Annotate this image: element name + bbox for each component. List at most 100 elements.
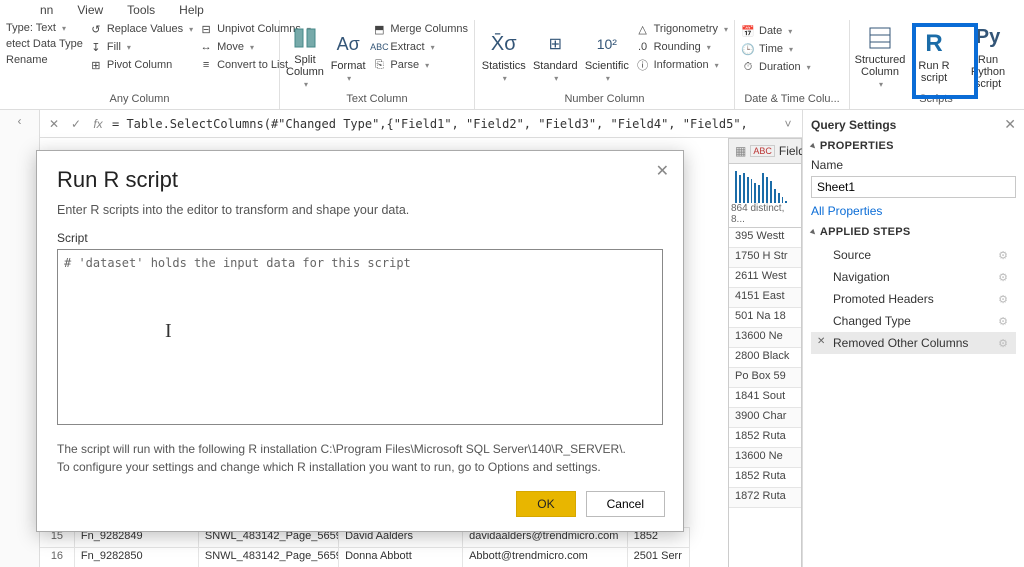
pivot-column-button[interactable]: ⊞Pivot Column <box>89 58 193 72</box>
format-icon: Aσ <box>334 30 362 58</box>
run-r-script-button[interactable]: R Run R script <box>910 22 958 91</box>
data-type-icon[interactable]: ABC <box>750 145 775 157</box>
column-header-field5[interactable]: ▦ ABC Field5 ▾ <box>728 138 802 164</box>
replace-values-button[interactable]: ↺Replace Values <box>89 22 193 36</box>
table-cell[interactable]: Po Box 59 <box>729 368 801 388</box>
run-python-script-button[interactable]: Py Run Python script <box>964 22 1012 91</box>
cancel-formula-icon[interactable]: ✕ <box>46 117 62 131</box>
date-button[interactable]: 📅Date <box>741 24 811 38</box>
table-cell[interactable]: 1872 Ruta <box>729 488 801 508</box>
standard-icon: ⊞ <box>541 30 569 58</box>
table-cell[interactable]: 1852 Ruta <box>729 428 801 448</box>
expand-formula-icon[interactable]: ˅ <box>780 117 796 131</box>
fx-icon[interactable]: fx <box>90 117 106 131</box>
table-cell[interactable]: 3900 Char <box>729 408 801 428</box>
table-cell[interactable]: 2800 Black <box>729 348 801 368</box>
time-button[interactable]: 🕒Time <box>741 42 811 56</box>
information-button[interactable]: ⓘInformation <box>636 58 728 72</box>
menu-item[interactable]: Help <box>179 3 204 17</box>
merge-icon: ⬒ <box>372 22 386 36</box>
queries-pane-toggle[interactable]: ‹ <box>0 110 40 567</box>
table-cell[interactable]: 4151 East <box>729 288 801 308</box>
dialog-subtitle: Enter R scripts into the editor to trans… <box>57 203 663 217</box>
applied-step[interactable]: Changed Type⚙ <box>811 310 1016 332</box>
statistics-button[interactable]: X̄σ Statistics <box>481 22 527 91</box>
extract-icon: ABC <box>372 40 386 54</box>
applied-step[interactable]: Removed Other Columns⚙ <box>811 332 1016 354</box>
duration-button[interactable]: ⏱Duration <box>741 60 811 74</box>
table-cell[interactable]: 395 Westt <box>729 228 801 248</box>
extract-button[interactable]: ABCExtract <box>372 40 468 54</box>
histogram-caption: 864 distinct, 8... <box>729 203 795 225</box>
menu-item[interactable]: View <box>77 3 103 17</box>
gear-icon[interactable]: ⚙ <box>998 337 1008 350</box>
table-cell: Donna Abbott <box>339 548 463 567</box>
ribbon-group-scripts: Structured Column R Run R script Py Run … <box>850 20 1022 109</box>
split-column-button[interactable]: Split Column <box>286 22 324 91</box>
applied-step[interactable]: Navigation⚙ <box>811 266 1016 288</box>
clock-icon: 🕒 <box>741 42 755 56</box>
gear-icon[interactable]: ⚙ <box>998 293 1008 306</box>
ribbon-group-datetime: 📅Date 🕒Time ⏱Duration Date & Time Colu..… <box>735 20 850 109</box>
standard-button[interactable]: ⊞ Standard <box>533 22 579 91</box>
formula-input[interactable]: = Table.SelectColumns(#"Changed Type",{"… <box>112 117 774 131</box>
pivot-icon: ⊞ <box>89 58 103 72</box>
applied-steps-heading: APPLIED STEPS <box>811 226 1016 238</box>
table-row[interactable]: 16Fn_9282850SNWL_483142_Page_5659Donna A… <box>40 547 690 567</box>
chevron-left-icon: ‹ <box>18 114 22 567</box>
split-icon <box>291 24 319 52</box>
table-cell[interactable]: 1852 Ruta <box>729 468 801 488</box>
structured-icon <box>866 24 894 52</box>
table-cell: SNWL_483142_Page_5659 <box>199 548 339 567</box>
r-icon: R <box>920 30 948 58</box>
cancel-button[interactable]: Cancel <box>586 491 665 517</box>
menu-item[interactable]: Tools <box>127 3 155 17</box>
table-cell[interactable]: 501 Na 18 <box>729 308 801 328</box>
ribbon-group-label: Number Column <box>481 91 728 107</box>
applied-step[interactable]: Promoted Headers⚙ <box>811 288 1016 310</box>
fill-button[interactable]: ↧Fill <box>89 40 193 54</box>
table-cell: Abbott@trendmicro.com <box>463 548 628 567</box>
detect-data-type-button[interactable]: etect Data Type <box>6 38 83 50</box>
gear-icon[interactable]: ⚙ <box>998 249 1008 262</box>
parse-button[interactable]: ⎘Parse <box>372 58 468 72</box>
query-settings-pane: ✕ Query Settings PROPERTIES Name All Pro… <box>802 110 1024 567</box>
scientific-button[interactable]: 10² Scientific <box>584 22 630 91</box>
rounding-button[interactable]: .0Rounding <box>636 40 728 54</box>
ribbon-group-label: Any Column <box>6 91 273 107</box>
table-cell[interactable]: 1750 H Str <box>729 248 801 268</box>
ok-button[interactable]: OK <box>516 491 575 517</box>
gear-icon[interactable]: ⚙ <box>998 271 1008 284</box>
format-button[interactable]: Aσ Format <box>330 22 366 91</box>
table-cell: 2501 Serr <box>628 548 690 567</box>
rename-button[interactable]: Rename <box>6 54 83 66</box>
structured-column-button[interactable]: Structured Column <box>856 22 904 91</box>
menu-item[interactable]: nn <box>40 3 53 17</box>
query-name-input[interactable] <box>811 176 1016 198</box>
script-textarea[interactable] <box>57 249 663 425</box>
accept-formula-icon[interactable]: ✓ <box>68 117 84 131</box>
table-cell[interactable]: 1841 Sout <box>729 388 801 408</box>
menubar: nn View Tools Help <box>0 0 1024 20</box>
trigonometry-button[interactable]: △Trigonometry <box>636 22 728 36</box>
applied-steps-list: Source⚙Navigation⚙Promoted Headers⚙Chang… <box>811 244 1016 354</box>
dialog-close-icon[interactable]: ✕ <box>656 161 669 181</box>
gear-icon[interactable]: ⚙ <box>998 315 1008 328</box>
table-cell[interactable]: 2611 West <box>729 268 801 288</box>
merge-columns-button[interactable]: ⬒Merge Columns <box>372 22 468 36</box>
formula-bar: ✕ ✓ fx = Table.SelectColumns(#"Changed T… <box>40 110 802 138</box>
fill-icon: ↧ <box>89 40 103 54</box>
rounding-icon: .0 <box>636 40 650 54</box>
table-cell[interactable]: 13600 Ne <box>729 448 801 468</box>
table-cell: 16 <box>40 548 75 567</box>
ribbon-group-label: Text Column <box>286 91 468 107</box>
column-icon: ▦ <box>735 144 746 158</box>
data-type-dropdown[interactable]: Type: Text <box>6 22 83 34</box>
parse-icon: ⎘ <box>372 58 386 72</box>
close-pane-icon[interactable]: ✕ <box>1004 116 1016 133</box>
all-properties-link[interactable]: All Properties <box>811 204 882 218</box>
table-cell[interactable]: 13600 Ne <box>729 328 801 348</box>
column-name: Field5 <box>779 144 802 158</box>
move-icon: ↔ <box>199 40 213 54</box>
applied-step[interactable]: Source⚙ <box>811 244 1016 266</box>
